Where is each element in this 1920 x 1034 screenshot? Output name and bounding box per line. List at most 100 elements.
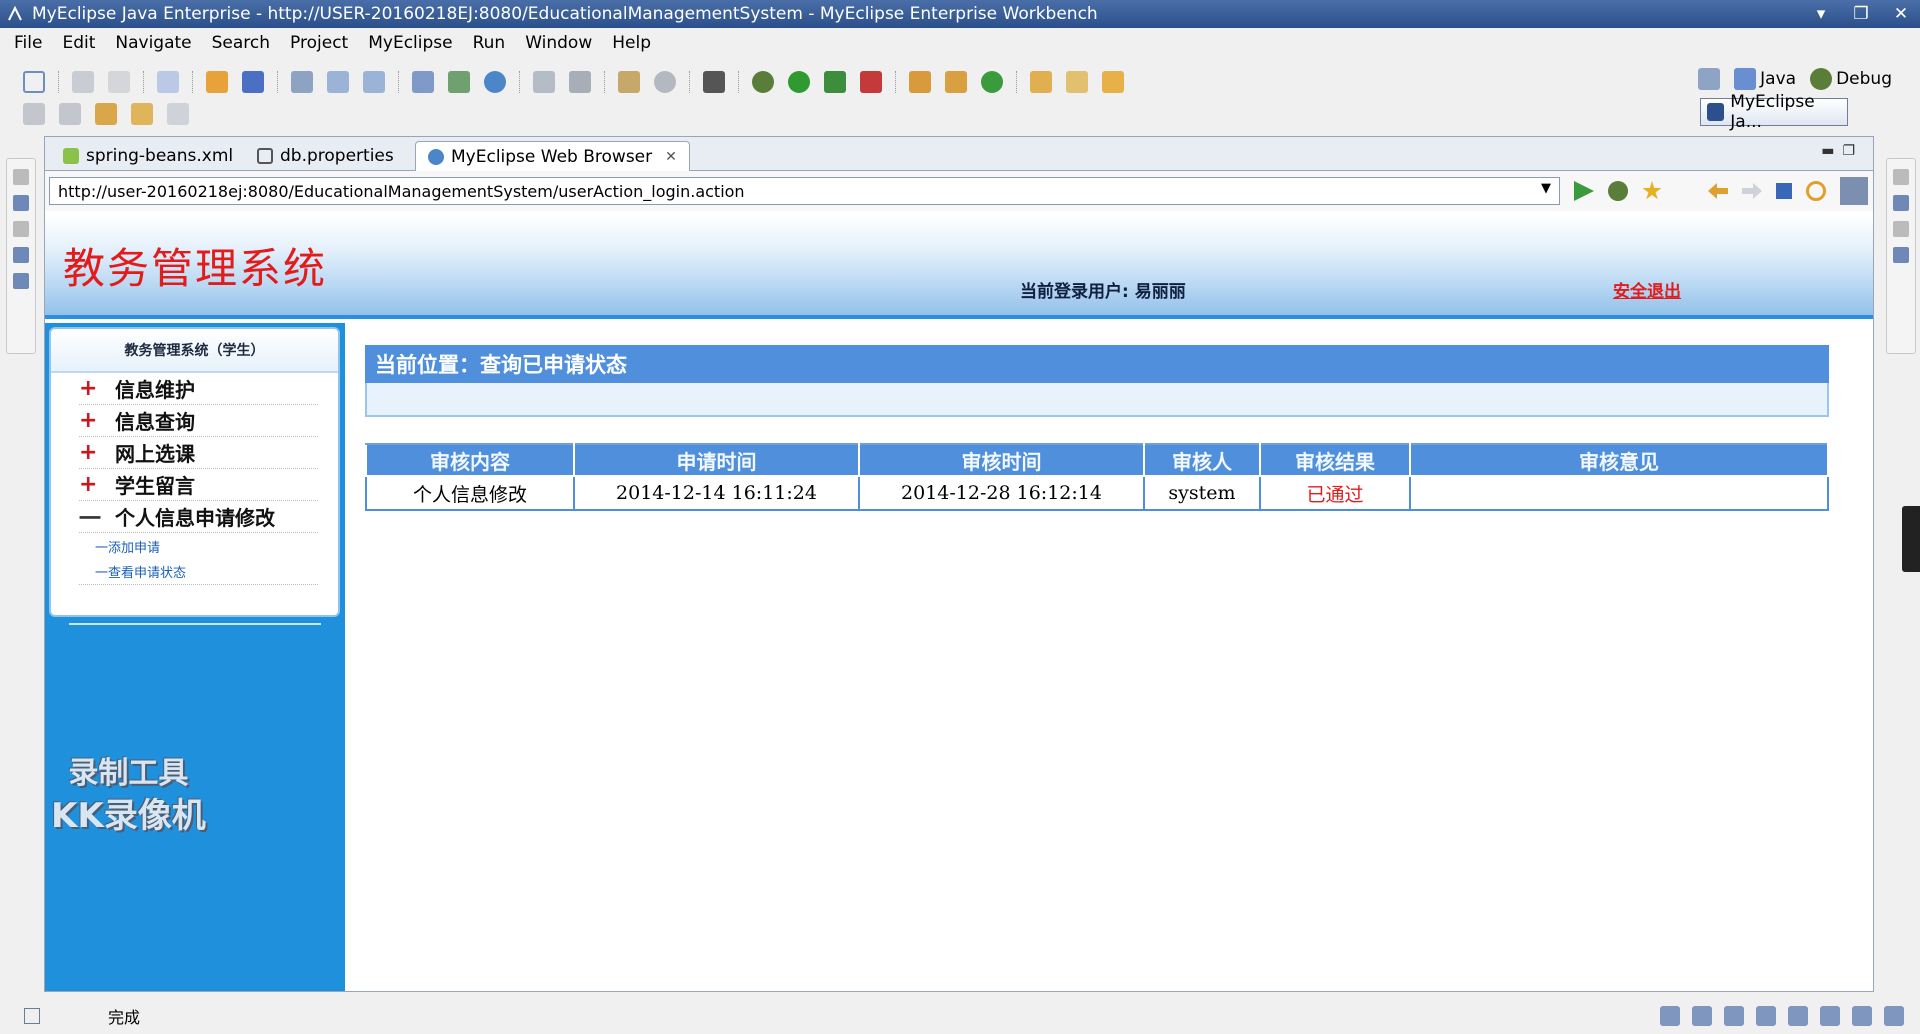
next-annotation-icon[interactable] [23, 103, 45, 125]
outline-view-icon[interactable] [1893, 195, 1909, 211]
properties-view-icon[interactable] [13, 273, 29, 289]
myeclipse-browser-icon[interactable] [1840, 177, 1868, 205]
publish-icon[interactable] [569, 71, 591, 93]
myeclipse-perspective-button[interactable]: MyEclipse Ja... [1700, 92, 1848, 132]
print-icon[interactable] [108, 71, 130, 93]
back-icon[interactable] [131, 103, 153, 125]
back-arrow-icon[interactable] [1708, 183, 1728, 199]
wizard-icon[interactable] [327, 71, 349, 93]
location-subpanel [365, 383, 1829, 417]
open-resource-icon[interactable] [1102, 71, 1124, 93]
menu-file[interactable]: File [4, 33, 52, 53]
menu-project[interactable]: Project [280, 33, 358, 53]
screen-edge-handle[interactable] [1902, 506, 1920, 572]
globe-icon[interactable] [1756, 1006, 1776, 1026]
tab-web-browser[interactable]: MyEclipse Web Browser ✕ [415, 141, 690, 171]
restore-icon[interactable] [13, 169, 29, 185]
pen-icon[interactable] [1066, 71, 1088, 93]
forward-arrow-icon[interactable] [1742, 183, 1762, 199]
fast-view-icon[interactable] [24, 1008, 40, 1024]
nav-toolbar [16, 98, 196, 130]
close-window-button[interactable]: ✕ [1890, 4, 1912, 24]
database-icon[interactable] [291, 71, 313, 93]
toolbar-separator [604, 71, 605, 93]
forward-icon[interactable] [167, 103, 189, 125]
gear-icon[interactable] [654, 71, 676, 93]
open-folder-icon[interactable] [1030, 71, 1052, 93]
tab-spring-beans[interactable]: spring-beans.xml [51, 141, 245, 171]
new-project-icon[interactable] [618, 71, 640, 93]
restore-icon[interactable] [1893, 221, 1909, 237]
task-list-icon[interactable] [1893, 247, 1909, 263]
minimize-button[interactable]: ▾ [1810, 4, 1832, 24]
java-perspective-icon [1734, 68, 1757, 90]
restore-icon[interactable] [13, 221, 29, 237]
debug-icon[interactable] [752, 71, 774, 93]
menu-search[interactable]: Search [202, 33, 280, 53]
restore-icon[interactable] [1660, 1006, 1680, 1026]
prev-annotation-icon[interactable] [59, 103, 81, 125]
cell-review-content: 个人信息修改 [365, 475, 575, 511]
editor-minmax-controls[interactable]: ▬❐ [1821, 143, 1863, 159]
sync-icon[interactable] [981, 71, 1003, 93]
servers-icon[interactable] [1820, 1006, 1840, 1026]
java-perspective-button[interactable]: Java [1734, 68, 1796, 90]
perspective-switcher: Java Debug [1698, 68, 1892, 90]
sidebar-item-personal-info-request[interactable]: 一 个人信息申请修改 [79, 501, 318, 533]
run-icon[interactable] [788, 71, 810, 93]
external-tools-icon[interactable] [860, 71, 882, 93]
open-perspective-button[interactable] [1698, 68, 1721, 90]
cell-apply-time: 2014-12-14 16:11:24 [573, 475, 860, 511]
sidebar-item-student-message[interactable]: + 学生留言 [79, 469, 318, 501]
refresh-icon[interactable] [1806, 181, 1826, 201]
globe-icon[interactable] [484, 71, 506, 93]
menu-navigate[interactable]: Navigate [105, 33, 201, 53]
sidebar-subitem-view-status[interactable]: 一查看申请状态 [79, 559, 318, 585]
favorite-icon[interactable] [1642, 181, 1662, 200]
export-icon[interactable] [533, 71, 555, 93]
save-icon[interactable] [72, 71, 94, 93]
menu-window[interactable]: Window [515, 33, 602, 53]
outline-icon[interactable] [1692, 1006, 1712, 1026]
menu-help[interactable]: Help [602, 33, 661, 53]
sidebar-item-info-maintain[interactable]: + 信息维护 [79, 373, 318, 405]
deploy-icon[interactable] [242, 71, 264, 93]
debug-icon[interactable] [1608, 181, 1628, 201]
console-icon[interactable] [1788, 1006, 1808, 1026]
sidebar-item-info-query[interactable]: + 信息查询 [79, 405, 318, 437]
sidebar-subitem-add-request[interactable]: 一添加申请 [79, 533, 318, 559]
close-tab-icon[interactable]: ✕ [665, 149, 677, 165]
chevron-down-icon[interactable]: ▼ [1541, 181, 1551, 196]
package-explorer-icon[interactable] [13, 195, 29, 211]
new-class-icon[interactable] [909, 71, 931, 93]
menu-edit[interactable]: Edit [52, 33, 105, 53]
tab-db-properties[interactable]: db.properties [245, 141, 406, 171]
problems-icon[interactable] [1724, 1006, 1744, 1026]
run-wizard-icon[interactable] [363, 71, 385, 93]
menu-myeclipse[interactable]: MyEclipse [358, 33, 462, 53]
debug-perspective-button[interactable]: Debug [1810, 68, 1892, 90]
refresh-icon[interactable] [157, 71, 179, 93]
new-package-icon[interactable] [945, 71, 967, 93]
logout-link[interactable]: 安全退出 [1613, 277, 1681, 302]
image-view-icon[interactable] [13, 247, 29, 263]
search-icon[interactable] [1852, 1006, 1872, 1026]
server-start-icon[interactable] [448, 71, 470, 93]
new-icon[interactable] [23, 71, 45, 93]
sidebar-item-course-selection[interactable]: + 网上选课 [79, 437, 318, 469]
run-config-icon[interactable] [824, 71, 846, 93]
sidebar-item-label: 信息维护 [115, 378, 195, 402]
go-icon[interactable] [1574, 181, 1594, 201]
menu-run[interactable]: Run [463, 33, 516, 53]
pen-icon[interactable] [1884, 1006, 1904, 1026]
restore-button[interactable]: ❐ [1850, 4, 1872, 24]
recorder-watermark: 录制工具 KK录像机 [51, 753, 206, 837]
restore-icon[interactable] [1893, 169, 1909, 185]
server-icon[interactable] [412, 71, 434, 93]
url-input[interactable]: http://user-20160218ej:8080/EducationalM… [49, 177, 1560, 205]
package-icon[interactable] [206, 71, 228, 93]
camera-icon[interactable] [703, 71, 725, 93]
stop-icon[interactable] [1776, 183, 1792, 199]
expand-icon: + [79, 408, 98, 433]
last-edit-icon[interactable] [95, 103, 117, 125]
